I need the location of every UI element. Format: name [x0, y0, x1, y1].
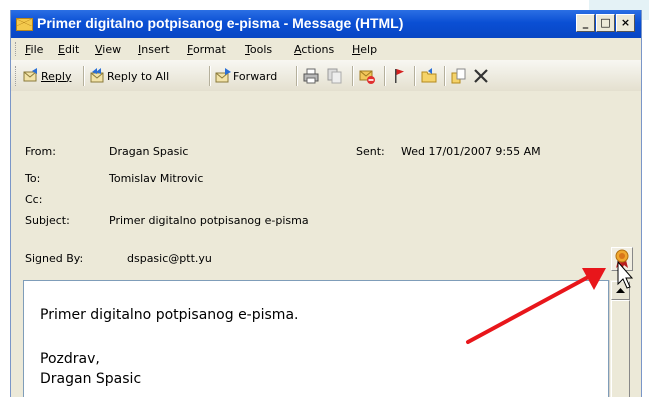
menu-help[interactable]: Help [352, 43, 377, 56]
maximize-button[interactable]: □ [596, 14, 615, 32]
reply-button[interactable]: Reply [23, 67, 71, 85]
message-header: From: Dragan Spasic Sent: Wed 17/01/2007… [11, 91, 641, 282]
delete-message-button[interactable] [359, 67, 377, 85]
delete-button[interactable] [473, 67, 491, 85]
move-icon [451, 68, 466, 84]
follow-up-flag-button[interactable] [391, 67, 409, 85]
subject-label: Subject: [25, 214, 70, 227]
copy-icon [327, 68, 342, 84]
message-body[interactable]: Primer digitalno potpisanog e-pisma. Poz… [23, 280, 609, 397]
certificate-icon [615, 249, 629, 269]
toolbar-separator [384, 66, 386, 86]
flag-icon [395, 69, 404, 83]
reply-all-button[interactable]: Reply to All [89, 67, 169, 85]
to-value[interactable]: Tomislav Mitrovic [109, 172, 203, 185]
subject-value: Primer digitalno potpisanog e-pisma [109, 214, 309, 227]
forward-label: Forward [233, 69, 278, 83]
body-line: Pozdrav, [40, 351, 100, 367]
reply-icon [23, 68, 37, 82]
reply-all-icon [90, 68, 104, 83]
toolbar-grip[interactable] [15, 66, 19, 86]
sent-value: Wed 17/01/2007 9:55 AM [401, 145, 541, 158]
toolbar-separator [414, 66, 416, 86]
reply-all-label: Reply to All [107, 69, 170, 83]
scroll-up-button[interactable] [611, 281, 630, 300]
from-label: From: [25, 145, 56, 158]
window-title: Primer digitalno potpisanog e-pisma - Me… [37, 15, 404, 31]
minimize-button[interactable]: _ [576, 14, 595, 32]
close-button[interactable]: × [616, 14, 635, 32]
menu-view[interactable]: View [95, 43, 121, 56]
toolbar-separator [352, 66, 354, 86]
menu-grip[interactable] [15, 42, 19, 56]
menu-tools[interactable]: Tools [245, 43, 272, 56]
message-window: Primer digitalno potpisanog e-pisma - Me… [10, 10, 642, 397]
envelope-icon [16, 18, 33, 31]
print-button[interactable] [303, 67, 321, 85]
to-label: To: [25, 172, 41, 185]
reply-label: Reply [41, 69, 72, 83]
scroll-thumb[interactable] [611, 300, 630, 397]
arrow-up-icon [616, 288, 625, 293]
vertical-scrollbar[interactable] [609, 280, 630, 397]
menu-edit[interactable]: Edit [58, 43, 79, 56]
delete-message-icon [359, 70, 375, 84]
move-to-folder-button[interactable] [421, 67, 439, 85]
title-bar[interactable]: Primer digitalno potpisanog e-pisma - Me… [11, 10, 641, 38]
toolbar-separator [296, 66, 298, 86]
menu-bar: File Edit View Insert Format Tools Actio… [11, 38, 641, 60]
from-value[interactable]: Dragan Spasic [109, 145, 188, 158]
signed-by-value: dspasic@ptt.yu [127, 252, 212, 265]
menu-actions[interactable]: Actions [294, 43, 334, 56]
cc-label: Cc: [25, 193, 43, 206]
delete-icon [474, 69, 488, 83]
forward-icon [215, 68, 231, 83]
menu-file[interactable]: File [25, 43, 43, 56]
toolbar: Reply Reply to All Forward [11, 60, 641, 92]
menu-format[interactable]: Format [187, 43, 226, 56]
body-line: Dragan Spasic [40, 371, 142, 387]
copy-button[interactable] [327, 67, 345, 85]
body-line: Primer digitalno potpisanog e-pisma. [40, 307, 299, 323]
print-icon [303, 68, 319, 84]
move-button[interactable] [451, 67, 469, 85]
forward-button[interactable]: Forward [215, 67, 277, 85]
signed-by-label: Signed By: [25, 252, 84, 265]
menu-insert[interactable]: Insert [138, 43, 170, 56]
window-controls: _ □ × [575, 14, 635, 32]
folder-icon [421, 68, 437, 83]
sent-label: Sent: [356, 145, 385, 158]
toolbar-separator [209, 66, 211, 86]
toolbar-separator [444, 66, 446, 86]
digital-signature-button[interactable] [611, 247, 633, 271]
toolbar-separator [83, 66, 85, 86]
